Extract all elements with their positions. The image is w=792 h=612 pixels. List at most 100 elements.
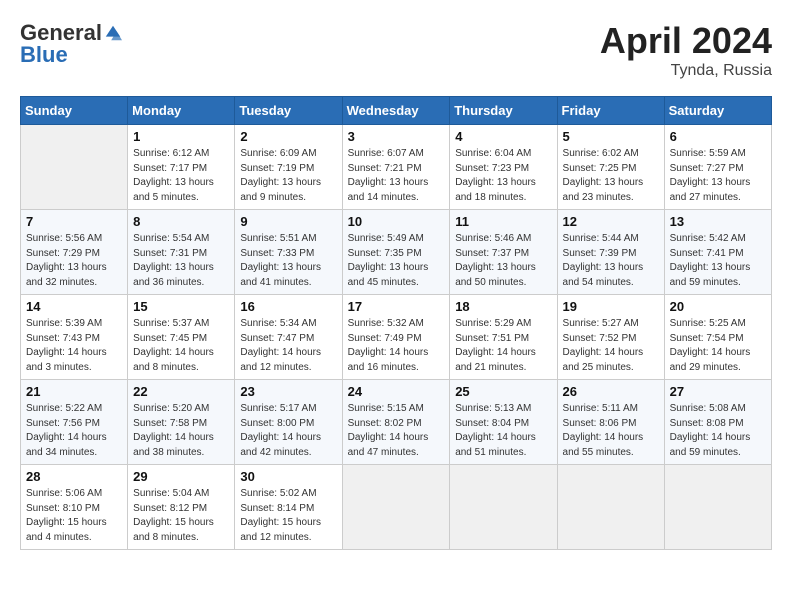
- day-number: 26: [563, 384, 659, 399]
- day-info: Sunrise: 5:22 AMSunset: 7:56 PMDaylight:…: [26, 402, 122, 460]
- calendar-cell: 4 Sunrise: 6:04 AMSunset: 7:23 PMDaylight…: [450, 125, 557, 210]
- day-number: 28: [26, 469, 122, 484]
- calendar-cell: 30 Sunrise: 5:02 AMSunset: 8:14 PMDayligh…: [235, 465, 342, 550]
- day-number: 23: [240, 384, 336, 399]
- month-title: April 2024: [600, 20, 772, 62]
- calendar-cell: 2 Sunrise: 6:09 AMSunset: 7:19 PMDaylight…: [235, 125, 342, 210]
- day-header-thursday: Thursday: [450, 97, 557, 125]
- calendar-cell: 19 Sunrise: 5:27 AMSunset: 7:52 PMDayligh…: [557, 295, 664, 380]
- day-info: Sunrise: 5:37 AMSunset: 7:45 PMDaylight:…: [133, 317, 229, 375]
- title-block: April 2024 Tynda, Russia: [600, 20, 772, 80]
- calendar-cell: [664, 465, 771, 550]
- day-number: 15: [133, 299, 229, 314]
- day-header-sunday: Sunday: [21, 97, 128, 125]
- day-info: Sunrise: 6:04 AMSunset: 7:23 PMDaylight:…: [455, 147, 551, 205]
- day-info: Sunrise: 5:06 AMSunset: 8:10 PMDaylight:…: [26, 487, 122, 545]
- day-number: 2: [240, 129, 336, 144]
- day-number: 17: [348, 299, 445, 314]
- calendar-cell: 25 Sunrise: 5:13 AMSunset: 8:04 PMDayligh…: [450, 380, 557, 465]
- day-info: Sunrise: 5:59 AMSunset: 7:27 PMDaylight:…: [670, 147, 766, 205]
- day-info: Sunrise: 5:29 AMSunset: 7:51 PMDaylight:…: [455, 317, 551, 375]
- logo-icon: [104, 24, 122, 42]
- page-header: General Blue April 2024 Tynda, Russia: [20, 20, 772, 80]
- day-info: Sunrise: 6:02 AMSunset: 7:25 PMDaylight:…: [563, 147, 659, 205]
- calendar-cell: 22 Sunrise: 5:20 AMSunset: 7:58 PMDayligh…: [128, 380, 235, 465]
- day-info: Sunrise: 5:56 AMSunset: 7:29 PMDaylight:…: [26, 232, 122, 290]
- day-info: Sunrise: 5:13 AMSunset: 8:04 PMDaylight:…: [455, 402, 551, 460]
- day-number: 5: [563, 129, 659, 144]
- day-info: Sunrise: 5:54 AMSunset: 7:31 PMDaylight:…: [133, 232, 229, 290]
- location-text: Tynda, Russia: [600, 62, 772, 80]
- calendar-cell: [557, 465, 664, 550]
- day-number: 12: [563, 214, 659, 229]
- calendar-table: SundayMondayTuesdayWednesdayThursdayFrid…: [20, 96, 772, 550]
- calendar-cell: 1Sunrise: 6:12 AMSunset: 7:17 PMDaylight…: [128, 125, 235, 210]
- calendar-cell: 3 Sunrise: 6:07 AMSunset: 7:21 PMDaylight…: [342, 125, 450, 210]
- day-number: 14: [26, 299, 122, 314]
- calendar-week-2: 7 Sunrise: 5:56 AMSunset: 7:29 PMDaylight…: [21, 210, 772, 295]
- day-info: Sunrise: 5:42 AMSunset: 7:41 PMDaylight:…: [670, 232, 766, 290]
- calendar-cell: 10Sunrise: 5:49 AMSunset: 7:35 PMDayligh…: [342, 210, 450, 295]
- day-info: Sunrise: 5:39 AMSunset: 7:43 PMDaylight:…: [26, 317, 122, 375]
- calendar-cell: [342, 465, 450, 550]
- day-number: 29: [133, 469, 229, 484]
- calendar-cell: 17Sunrise: 5:32 AMSunset: 7:49 PMDayligh…: [342, 295, 450, 380]
- day-number: 3: [348, 129, 445, 144]
- calendar-cell: 12 Sunrise: 5:44 AMSunset: 7:39 PMDayligh…: [557, 210, 664, 295]
- calendar-cell: 15 Sunrise: 5:37 AMSunset: 7:45 PMDayligh…: [128, 295, 235, 380]
- day-info: Sunrise: 6:07 AMSunset: 7:21 PMDaylight:…: [348, 147, 445, 205]
- day-number: 1: [133, 129, 229, 144]
- day-info: Sunrise: 5:08 AMSunset: 8:08 PMDaylight:…: [670, 402, 766, 460]
- day-info: Sunrise: 5:02 AMSunset: 8:14 PMDaylight:…: [240, 487, 336, 545]
- calendar-cell: 28 Sunrise: 5:06 AMSunset: 8:10 PMDayligh…: [21, 465, 128, 550]
- calendar-cell: 26 Sunrise: 5:11 AMSunset: 8:06 PMDayligh…: [557, 380, 664, 465]
- day-number: 25: [455, 384, 551, 399]
- day-number: 22: [133, 384, 229, 399]
- calendar-cell: 9Sunrise: 5:51 AMSunset: 7:33 PMDaylight…: [235, 210, 342, 295]
- day-number: 18: [455, 299, 551, 314]
- day-info: Sunrise: 5:04 AMSunset: 8:12 PMDaylight:…: [133, 487, 229, 545]
- day-info: Sunrise: 6:09 AMSunset: 7:19 PMDaylight:…: [240, 147, 336, 205]
- calendar-cell: 16 Sunrise: 5:34 AMSunset: 7:47 PMDayligh…: [235, 295, 342, 380]
- day-info: Sunrise: 5:11 AMSunset: 8:06 PMDaylight:…: [563, 402, 659, 460]
- logo-blue-text: Blue: [20, 42, 68, 68]
- day-number: 4: [455, 129, 551, 144]
- day-info: Sunrise: 5:15 AMSunset: 8:02 PMDaylight:…: [348, 402, 445, 460]
- day-number: 19: [563, 299, 659, 314]
- day-header-monday: Monday: [128, 97, 235, 125]
- calendar-cell: [450, 465, 557, 550]
- day-header-saturday: Saturday: [664, 97, 771, 125]
- day-number: 6: [670, 129, 766, 144]
- calendar-cell: 29 Sunrise: 5:04 AMSunset: 8:12 PMDayligh…: [128, 465, 235, 550]
- day-number: 30: [240, 469, 336, 484]
- calendar-cell: 13Sunrise: 5:42 AMSunset: 7:41 PMDayligh…: [664, 210, 771, 295]
- day-info: Sunrise: 5:51 AMSunset: 7:33 PMDaylight:…: [240, 232, 336, 290]
- day-number: 27: [670, 384, 766, 399]
- day-header-friday: Friday: [557, 97, 664, 125]
- day-info: Sunrise: 5:27 AMSunset: 7:52 PMDaylight:…: [563, 317, 659, 375]
- calendar-cell: 20Sunrise: 5:25 AMSunset: 7:54 PMDayligh…: [664, 295, 771, 380]
- day-info: Sunrise: 5:34 AMSunset: 7:47 PMDaylight:…: [240, 317, 336, 375]
- calendar-cell: 14 Sunrise: 5:39 AMSunset: 7:43 PMDayligh…: [21, 295, 128, 380]
- day-number: 7: [26, 214, 122, 229]
- calendar-cell: 8Sunrise: 5:54 AMSunset: 7:31 PMDaylight…: [128, 210, 235, 295]
- calendar-week-5: 28 Sunrise: 5:06 AMSunset: 8:10 PMDayligh…: [21, 465, 772, 550]
- day-info: Sunrise: 5:17 AMSunset: 8:00 PMDaylight:…: [240, 402, 336, 460]
- day-info: Sunrise: 5:25 AMSunset: 7:54 PMDaylight:…: [670, 317, 766, 375]
- day-number: 10: [348, 214, 445, 229]
- day-info: Sunrise: 5:20 AMSunset: 7:58 PMDaylight:…: [133, 402, 229, 460]
- calendar-week-3: 14 Sunrise: 5:39 AMSunset: 7:43 PMDayligh…: [21, 295, 772, 380]
- calendar-week-1: 1Sunrise: 6:12 AMSunset: 7:17 PMDaylight…: [21, 125, 772, 210]
- day-header-wednesday: Wednesday: [342, 97, 450, 125]
- calendar-cell: 21 Sunrise: 5:22 AMSunset: 7:56 PMDayligh…: [21, 380, 128, 465]
- calendar-cell: 11 Sunrise: 5:46 AMSunset: 7:37 PMDayligh…: [450, 210, 557, 295]
- day-number: 21: [26, 384, 122, 399]
- day-info: Sunrise: 5:46 AMSunset: 7:37 PMDaylight:…: [455, 232, 551, 290]
- day-number: 16: [240, 299, 336, 314]
- calendar-header-row: SundayMondayTuesdayWednesdayThursdayFrid…: [21, 97, 772, 125]
- calendar-cell: 7 Sunrise: 5:56 AMSunset: 7:29 PMDaylight…: [21, 210, 128, 295]
- calendar-week-4: 21 Sunrise: 5:22 AMSunset: 7:56 PMDayligh…: [21, 380, 772, 465]
- day-number: 11: [455, 214, 551, 229]
- day-info: Sunrise: 5:44 AMSunset: 7:39 PMDaylight:…: [563, 232, 659, 290]
- calendar-cell: 23 Sunrise: 5:17 AMSunset: 8:00 PMDayligh…: [235, 380, 342, 465]
